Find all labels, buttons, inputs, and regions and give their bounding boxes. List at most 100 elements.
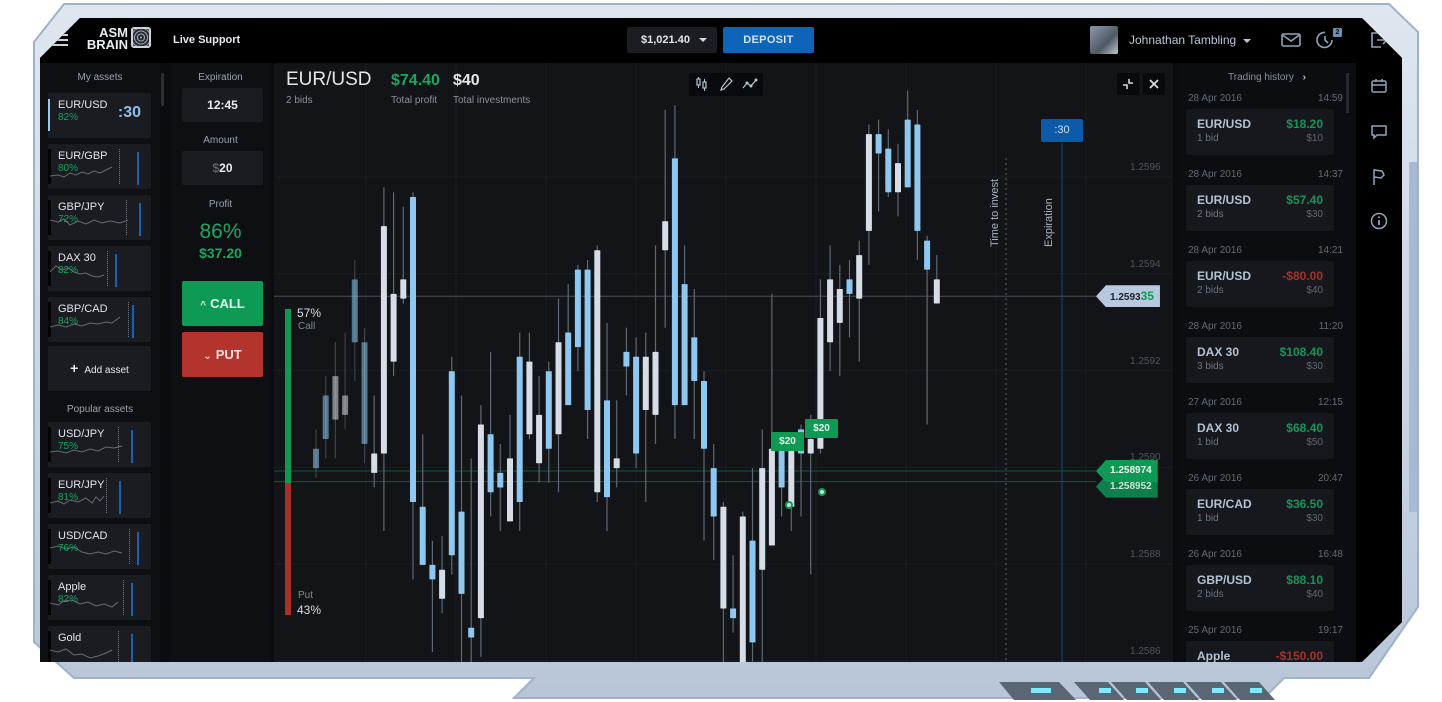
candle-body — [400, 279, 407, 299]
history-bids: 1 bid — [1197, 437, 1219, 448]
candle-body — [526, 361, 533, 435]
asset-card-eur-gbp[interactable]: EUR/GBP 80% — [48, 144, 151, 189]
trade-entry-marker[interactable] — [785, 501, 793, 509]
asset-card-gold[interactable]: Gold — [48, 626, 151, 662]
assets-scrollbar[interactable] — [161, 73, 164, 106]
history-scrollbar[interactable] — [1346, 73, 1349, 113]
asset-payout: 81% — [58, 492, 79, 503]
history-asset: DAX 30 — [1197, 421, 1240, 435]
asset-card-usd-cad[interactable]: USD/CAD 76% — [48, 524, 151, 569]
history-invested: $30 — [1306, 361, 1323, 372]
history-profit: $18.20 — [1286, 117, 1323, 131]
total-profit-value: $74.40 — [391, 72, 440, 89]
trading-history-panel: Trading history › 28 Apr 2016 14:59 EUR/US… — [1178, 63, 1356, 662]
flag-icon[interactable] — [1369, 167, 1389, 187]
history-entry[interactable]: EUR/USD 2 bids $57.40 $30 — [1186, 185, 1334, 231]
logo-line2: BRAIN — [86, 37, 128, 52]
deposit-button[interactable]: DEPOSIT — [723, 27, 814, 53]
candle-body — [516, 356, 523, 502]
asset-card-gbp-jpy[interactable]: GBP/JPY 72% — [48, 195, 151, 240]
candle-body — [875, 134, 882, 154]
candle-body — [429, 564, 436, 580]
asset-name: GBP/JPY — [58, 201, 105, 213]
chevron-right-icon: › — [1302, 72, 1306, 83]
calendar-icon[interactable] — [1369, 76, 1389, 96]
call-sentiment-label: Call — [298, 321, 316, 332]
trade-price-tag: 1.258974 — [1096, 459, 1158, 482]
history-entry[interactable]: DAX 30 1 bid $68.40 $50 — [1186, 413, 1334, 459]
asset-card-eur-usd[interactable]: EUR/USD 82% :30 — [48, 93, 151, 138]
history-asset: EUR/USD — [1197, 193, 1252, 207]
call-button[interactable]: ^ CALL — [182, 281, 263, 326]
candle-body — [895, 163, 901, 193]
candle-body — [594, 250, 601, 493]
history-date: 25 Apr 2016 — [1188, 625, 1242, 636]
history-profit: -$150.00 — [1275, 649, 1323, 662]
candle-body — [342, 395, 349, 415]
history-entry[interactable]: GBP/USD 2 bids $88.10 $40 — [1186, 565, 1334, 611]
bezel-lights — [999, 682, 1275, 700]
asset-name: EUR/JPY — [58, 479, 105, 491]
candle-body — [351, 279, 358, 343]
candle-body — [759, 468, 766, 570]
popular-assets-heading: Popular assets — [66, 404, 134, 415]
chat-icon[interactable] — [1369, 122, 1389, 142]
chevron-down-icon[interactable] — [1243, 39, 1251, 43]
call-sentiment-pct: 57% — [297, 306, 322, 320]
put-button[interactable]: ⌄ PUT — [182, 332, 263, 377]
chart-toolbar — [689, 73, 763, 96]
history-entry[interactable]: EUR/CAD 1 bid $36.50 $30 — [1186, 489, 1334, 535]
close-chart-button[interactable] — [1143, 73, 1165, 95]
active-indicator — [48, 99, 50, 131]
profit-label: Profit — [208, 199, 233, 210]
brain-icon — [131, 27, 151, 48]
avatar[interactable] — [1090, 26, 1118, 54]
asset-name: Gold — [58, 632, 82, 644]
asset-card-apple[interactable]: Apple 82% — [48, 575, 151, 620]
mail-icon[interactable] — [1280, 29, 1302, 51]
expiration-field[interactable]: 12:45 — [182, 88, 263, 122]
pencil-icon[interactable] — [718, 76, 734, 92]
chart-area[interactable]: EUR/USD 2 bids $74.40 Total profit $40 T… — [274, 63, 1173, 662]
candle-body — [361, 342, 368, 444]
trade-amount-tag[interactable]: $20 — [805, 419, 838, 438]
amount-field[interactable]: $20 — [182, 151, 263, 185]
trade-entry-marker[interactable] — [818, 488, 826, 496]
candle-body — [448, 371, 455, 556]
live-support-link[interactable]: Live Support — [173, 34, 240, 46]
asset-payout: 82% — [58, 594, 79, 605]
history-bids: 3 bids — [1197, 361, 1224, 372]
history-entry[interactable]: Apple -$150.00 — [1186, 641, 1334, 662]
asset-payout: 82% — [58, 265, 79, 276]
asset-card-dax-30[interactable]: DAX 30 82% — [48, 246, 151, 291]
history-entry[interactable]: EUR/USD 1 bid $18.20 $10 — [1186, 109, 1334, 155]
trade-amount-tag[interactable]: $20 — [771, 432, 804, 451]
balance-dropdown[interactable]: $1,021.40 — [627, 27, 717, 53]
y-tick-label: 1.2594 — [1130, 258, 1161, 270]
candlestick-chart[interactable] — [274, 63, 1173, 662]
candle-body — [720, 506, 727, 609]
chart-pair-title: EUR/USD — [286, 69, 372, 90]
chart-bids-count: 2 bids — [286, 95, 313, 106]
my-assets-heading: My assets — [77, 72, 123, 83]
candlestick-icon[interactable] — [694, 76, 710, 92]
history-entry[interactable]: EUR/USD 2 bids -$80.00 $40 — [1186, 261, 1334, 307]
add-asset-button[interactable]: + Add asset — [48, 346, 151, 391]
asset-name: Apple — [58, 581, 87, 593]
username[interactable]: Johnathan Tambling — [1129, 33, 1236, 47]
asset-card-gbp-cad[interactable]: GBP/CAD 84% — [48, 297, 151, 342]
history-entry[interactable]: DAX 30 3 bids $108.40 $30 — [1186, 337, 1334, 383]
asset-card-eur-jpy[interactable]: EUR/JPY 81% — [48, 473, 151, 518]
history-time: 12:15 — [1317, 397, 1343, 408]
history-date: 28 Apr 2016 — [1188, 321, 1242, 332]
logo[interactable]: ASM BRAIN — [82, 26, 128, 52]
total-profit-label: Total profit — [391, 95, 438, 106]
line-chart-icon[interactable] — [741, 76, 759, 92]
candle-body — [662, 221, 669, 251]
info-icon[interactable] — [1369, 211, 1389, 231]
trading-history-link[interactable]: Trading history › — [1178, 72, 1356, 83]
candle-body — [458, 511, 465, 594]
asset-card-usd-jpy[interactable]: USD/JPY 75% — [48, 422, 151, 467]
collapse-chart-button[interactable] — [1117, 73, 1139, 95]
candle-body — [584, 269, 591, 410]
